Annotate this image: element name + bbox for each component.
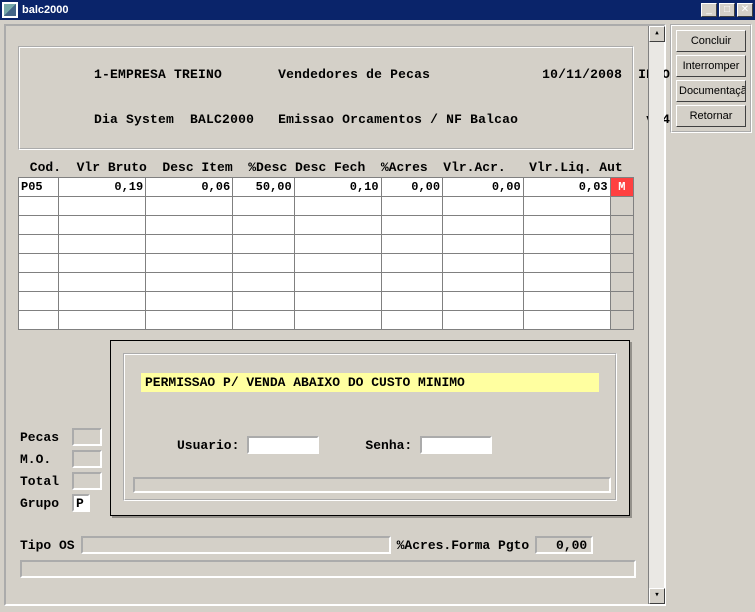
concluir-button[interactable]: Concluir <box>676 30 746 52</box>
data-grid[interactable]: P050,190,0650,000,100,000,000,03M <box>18 177 634 330</box>
scroll-down-button[interactable]: ▾ <box>649 588 665 604</box>
close-button[interactable]: ✕ <box>737 3 753 17</box>
header-line1: 1-EMPRESA TREINO Vendedores de Pecas 10/… <box>30 52 622 97</box>
field-tipo-os <box>81 536 391 554</box>
label-tipo-os: Tipo OS <box>20 538 75 553</box>
screen-name-2: Emissao Orcamentos / NF Balcao <box>278 112 518 127</box>
documentacao-button[interactable]: Documentação <box>676 80 746 102</box>
header-system: System BALC2000 <box>126 112 254 127</box>
label-usuario: Usuario: <box>177 438 239 453</box>
senha-input[interactable] <box>420 436 492 454</box>
scroll-track[interactable] <box>649 42 664 588</box>
header-line2: Dia System BALC2000 Emissao Orcamentos /… <box>30 97 622 142</box>
window-title: balc2000 <box>22 4 701 16</box>
app-icon <box>2 2 18 18</box>
grid-header: Cod. Vlr Bruto Desc Item %Desc Desc Fech… <box>18 160 634 175</box>
minimize-button[interactable]: _ <box>701 3 717 17</box>
company-name: 1-EMPRESA TREINO <box>94 67 222 82</box>
totals-panel: Pecas M.O. Total GrupoP <box>20 426 102 514</box>
main-panel: 1-EMPRESA TREINO Vendedores de Pecas 10/… <box>4 24 666 606</box>
header-box: 1-EMPRESA TREINO Vendedores de Pecas 10/… <box>18 46 634 150</box>
label-pecas: Pecas <box>20 430 72 445</box>
table-row[interactable] <box>19 292 634 311</box>
screen-name-1: Vendedores de Pecas <box>278 67 430 82</box>
field-acres-pgto: 0,00 <box>535 536 593 554</box>
table-row[interactable] <box>19 273 634 292</box>
table-row[interactable] <box>19 254 634 273</box>
field-mo <box>72 450 102 468</box>
status-bar <box>20 560 636 578</box>
vertical-scrollbar[interactable]: ▴ ▾ <box>648 26 664 604</box>
label-grupo: Grupo <box>20 496 72 511</box>
header-dia: Dia <box>94 112 118 127</box>
table-row[interactable]: P050,190,0650,000,100,000,000,03M <box>19 178 634 197</box>
label-acres-pgto: %Acres.Forma Pgto <box>397 538 530 553</box>
usuario-input[interactable] <box>247 436 319 454</box>
action-panel: Concluir Interromper Documentação Retorn… <box>670 24 752 133</box>
scroll-up-button[interactable]: ▴ <box>649 26 665 42</box>
label-mo: M.O. <box>20 452 72 467</box>
label-total: Total <box>20 474 72 489</box>
dialog-title: PERMISSAO P/ VENDA ABAIXO DO CUSTO MINIM… <box>141 373 599 392</box>
table-row[interactable] <box>19 311 634 330</box>
field-grupo[interactable]: P <box>72 494 90 512</box>
maximize-button[interactable]: □ <box>719 3 735 17</box>
field-total <box>72 472 102 490</box>
label-senha: Senha: <box>365 438 412 453</box>
permission-dialog: PERMISSAO P/ VENDA ABAIXO DO CUSTO MINIM… <box>110 340 630 516</box>
table-row[interactable] <box>19 216 634 235</box>
header-date: 10/11/2008 <box>542 67 622 82</box>
dialog-status-bar <box>133 477 611 493</box>
interromper-button[interactable]: Interromper <box>676 55 746 77</box>
table-row[interactable] <box>19 197 634 216</box>
retornar-button[interactable]: Retornar <box>676 105 746 127</box>
field-pecas <box>72 428 102 446</box>
table-row[interactable] <box>19 235 634 254</box>
bottom-bar: Tipo OS %Acres.Forma Pgto 0,00 <box>20 536 593 554</box>
window-titlebar: balc2000 _ □ ✕ <box>0 0 755 20</box>
